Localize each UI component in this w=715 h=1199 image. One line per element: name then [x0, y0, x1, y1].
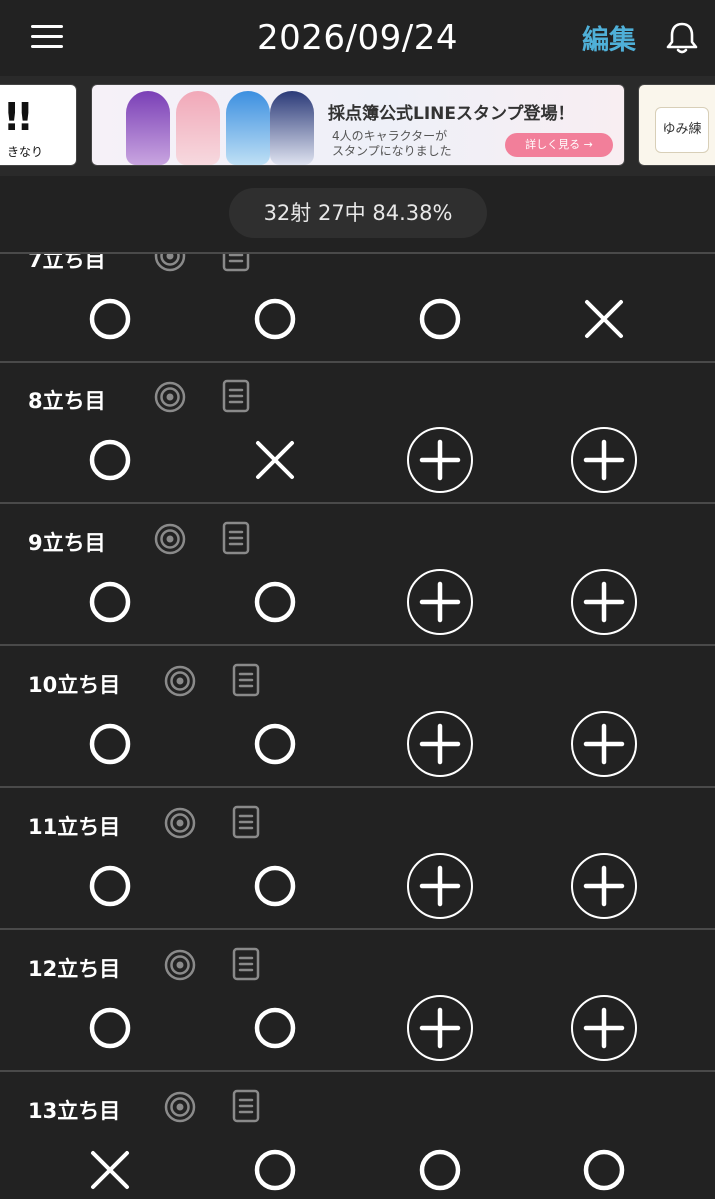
target-icon[interactable] — [164, 665, 196, 697]
banner-left-text: !! — [3, 95, 34, 139]
hit-circle-icon[interactable] — [240, 284, 310, 354]
round-row: 7立ち目 — [0, 254, 715, 363]
add-shot-button[interactable] — [405, 851, 475, 921]
hit-circle-icon[interactable] — [569, 1135, 639, 1199]
memo-icon[interactable] — [231, 663, 261, 697]
character-illustration — [226, 91, 270, 165]
hit-circle-icon[interactable] — [75, 709, 145, 779]
yumiren-logo: ゆみ練 — [655, 107, 709, 153]
target-icon[interactable] — [164, 949, 196, 981]
add-shot-button[interactable] — [569, 993, 639, 1063]
round-label: 10立ち目 — [28, 673, 121, 697]
target-icon[interactable] — [164, 1091, 196, 1123]
hit-circle-icon[interactable] — [405, 1135, 475, 1199]
hit-circle-icon[interactable] — [75, 851, 145, 921]
round-row: 11立ち目 — [0, 789, 715, 930]
miss-cross-icon[interactable] — [240, 425, 310, 495]
target-icon[interactable] — [154, 523, 186, 555]
round-row: 13立ち目 — [0, 1073, 715, 1199]
round-row: 8立ち目 — [0, 363, 715, 504]
banner-title: 採点簿公式LINEスタンプ登場！ — [328, 104, 575, 124]
stats-area: 32射 27中 84.38% — [0, 176, 715, 254]
hit-circle-icon[interactable] — [75, 567, 145, 637]
hit-circle-icon[interactable] — [240, 993, 310, 1063]
banner-left-small: きなり — [7, 145, 44, 159]
add-shot-button[interactable] — [405, 993, 475, 1063]
banner-left[interactable]: !! きなり — [0, 84, 77, 166]
memo-icon[interactable] — [231, 947, 261, 981]
details-button[interactable]: 詳しく見る → — [505, 133, 613, 157]
app-header: 2026/09/24 編集 — [0, 0, 715, 76]
edit-button[interactable]: 編集 — [582, 18, 636, 57]
memo-icon[interactable] — [221, 521, 251, 555]
add-shot-button[interactable] — [405, 709, 475, 779]
hit-circle-icon[interactable] — [240, 567, 310, 637]
add-shot-button[interactable] — [569, 567, 639, 637]
hit-circle-icon[interactable] — [240, 709, 310, 779]
miss-cross-icon[interactable] — [75, 1135, 145, 1199]
hit-circle-icon[interactable] — [240, 851, 310, 921]
memo-icon[interactable] — [231, 1089, 261, 1123]
memo-icon[interactable] — [231, 805, 261, 839]
round-label: 8立ち目 — [28, 389, 106, 413]
round-row: 10立ち目 — [0, 647, 715, 788]
target-icon[interactable] — [164, 807, 196, 839]
bell-icon[interactable] — [664, 20, 700, 56]
round-label: 9立ち目 — [28, 531, 106, 555]
line-stamp-banner[interactable]: 採点簿公式LINEスタンプ登場！ 4人のキャラクターが スタンプになりました 詳… — [91, 84, 625, 166]
hit-circle-icon[interactable] — [75, 425, 145, 495]
round-label: 7立ち目 — [28, 254, 106, 272]
round-row: 12立ち目 — [0, 931, 715, 1072]
hit-circle-icon[interactable] — [75, 284, 145, 354]
stats-summary: 32射 27中 84.38% — [229, 188, 487, 238]
add-shot-button[interactable] — [405, 567, 475, 637]
hit-circle-icon[interactable] — [405, 284, 475, 354]
banner-right[interactable]: ゆみ練 — [638, 84, 715, 166]
target-icon[interactable] — [154, 254, 186, 272]
banner-subtitle: 4人のキャラクターが スタンプになりました — [332, 129, 452, 159]
round-label: 13立ち目 — [28, 1099, 121, 1123]
memo-icon[interactable] — [221, 254, 251, 272]
rounds-list[interactable]: 7立ち目 8立ち目 9立ち目 10立ち目 11立ち目 12立ち目 13立ち目 — [0, 254, 715, 1199]
character-illustration — [270, 91, 314, 165]
miss-cross-icon[interactable] — [569, 284, 639, 354]
add-shot-button[interactable] — [569, 851, 639, 921]
banner-carousel[interactable]: !! きなり 採点簿公式LINEスタンプ登場！ 4人のキャラクターが スタンプに… — [0, 76, 715, 176]
memo-icon[interactable] — [221, 379, 251, 413]
banner-subtitle-line: 4人のキャラクターが — [332, 129, 448, 143]
character-illustration — [176, 91, 220, 165]
add-shot-button[interactable] — [569, 425, 639, 495]
hit-circle-icon[interactable] — [75, 993, 145, 1063]
banner-subtitle-line: スタンプになりました — [332, 144, 452, 158]
character-illustration — [126, 91, 170, 165]
hit-circle-icon[interactable] — [240, 1135, 310, 1199]
round-label: 12立ち目 — [28, 957, 121, 981]
round-row: 9立ち目 — [0, 505, 715, 646]
add-shot-button[interactable] — [405, 425, 475, 495]
add-shot-button[interactable] — [569, 709, 639, 779]
target-icon[interactable] — [154, 381, 186, 413]
round-label: 11立ち目 — [28, 815, 121, 839]
